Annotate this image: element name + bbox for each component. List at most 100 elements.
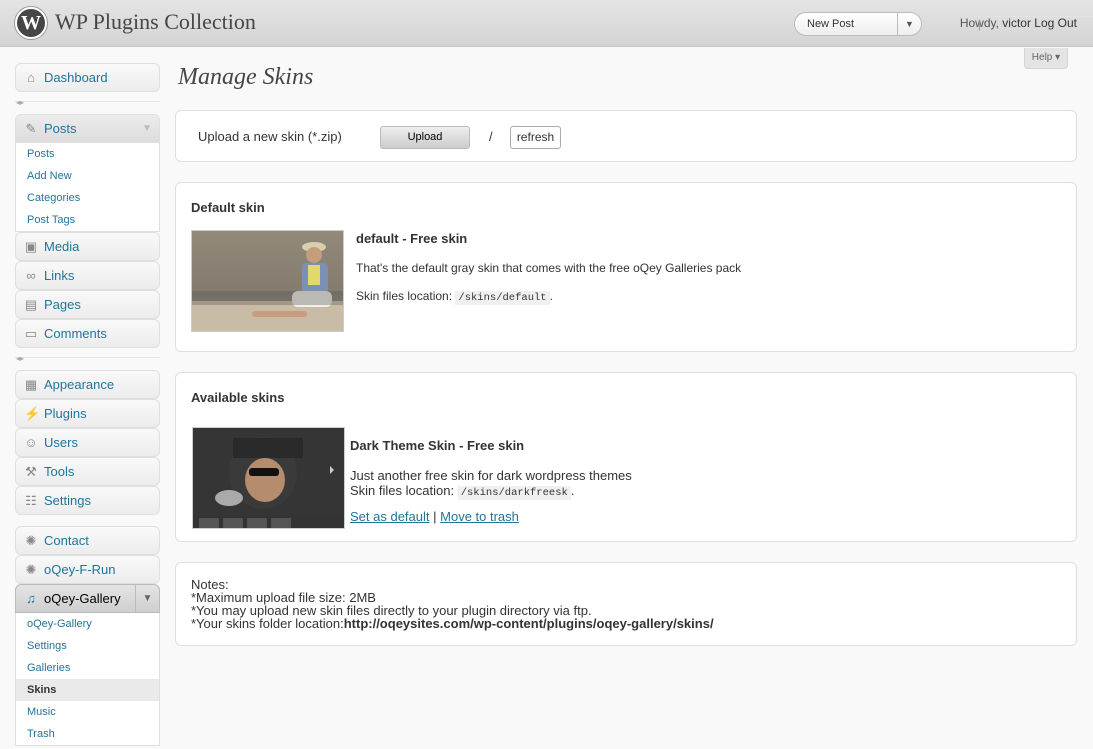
site-title[interactable]: WP Plugins Collection: [55, 9, 256, 35]
gear-icon: ✺: [25, 562, 37, 577]
submenu-item-categories[interactable]: Categories: [16, 187, 159, 209]
default-skin-panel: Default skin default - Free skin That's …: [175, 182, 1077, 352]
menu-settings[interactable]: ☷ Settings: [15, 486, 160, 515]
menu-label: Users: [44, 435, 78, 450]
menu-dashboard[interactable]: ⌂ Dashboard: [15, 63, 160, 92]
admin-header: W WP Plugins Collection New Post ▼ Howdy…: [0, 0, 1093, 47]
comment-icon: ▭: [24, 326, 38, 341]
upload-button[interactable]: Upload: [380, 126, 470, 149]
default-skin-preview-image: [192, 231, 343, 331]
wordpress-logo-icon[interactable]: W: [15, 7, 47, 39]
notes-panel: Notes: *Maximum upload file size: 2MB *Y…: [175, 562, 1077, 646]
settings-icon: ☷: [25, 493, 37, 508]
gallery-submenu: oQey-Gallery Settings Galleries Skins Mu…: [15, 613, 160, 746]
menu-plugins[interactable]: ⚡ Plugins: [15, 399, 160, 428]
divider: |: [433, 509, 437, 524]
menu-contact[interactable]: ✺ Contact: [15, 526, 160, 555]
notes-line: *Your skins folder location:http://oqeys…: [191, 617, 714, 630]
menu-label: Dashboard: [44, 70, 108, 85]
appearance-icon: ▦: [24, 377, 38, 392]
default-skin-thumbnail: [191, 230, 344, 332]
skin-description: Just another free skin for dark wordpres…: [350, 468, 632, 483]
location-label: Skin files location:: [356, 289, 453, 303]
pin-icon: ✎: [25, 121, 37, 136]
users-icon: ☺: [24, 435, 38, 450]
submenu-item-music[interactable]: Music: [16, 701, 159, 723]
menu-label: Links: [44, 268, 75, 283]
location-label: Skin files location:: [350, 483, 455, 498]
submenu-item-galleries[interactable]: Galleries: [16, 657, 159, 679]
chevron-down-icon[interactable]: ▼: [135, 115, 159, 142]
chevron-down-icon[interactable]: ▼: [135, 585, 159, 612]
upload-label: Upload a new skin (*.zip): [198, 129, 342, 144]
help-tab[interactable]: Help ▾: [1024, 48, 1068, 69]
gallery-icon: ♫: [26, 591, 36, 606]
skin-actions: Set as default | Move to trash: [350, 509, 519, 524]
tools-icon: ⚒: [25, 464, 37, 479]
divider: |: [977, 16, 1093, 31]
submenu-item-posts[interactable]: Posts: [16, 143, 159, 165]
submenu-item-skins[interactable]: Skins: [16, 679, 159, 701]
skin-description: That's the default gray skin that comes …: [356, 261, 742, 275]
submenu-item-settings[interactable]: Settings: [16, 635, 159, 657]
plug-icon: ⚡: [24, 406, 41, 421]
menu-label: oQey-F-Run: [44, 562, 116, 577]
move-to-trash-link[interactable]: Move to trash: [440, 509, 519, 524]
user-info: Howdy, victor | Log Out: [960, 16, 1093, 31]
chevron-down-icon[interactable]: ▼: [897, 13, 921, 35]
menu-label: Comments: [44, 326, 107, 341]
skin-name: Dark Theme Skin - Free skin: [350, 438, 525, 453]
menu-label: Posts: [44, 121, 77, 136]
divider: /: [489, 129, 493, 144]
menu-separator: ◂▸: [15, 98, 160, 107]
submenu-item-add-new[interactable]: Add New: [16, 165, 159, 187]
skin-location: Skin files location: /skins/default.: [356, 289, 553, 305]
menu-label: oQey-Gallery: [44, 591, 121, 606]
section-heading: Available skins: [191, 390, 285, 405]
skin-location: Skin files location: /skins/darkfreesk.: [350, 483, 575, 500]
new-post-action[interactable]: New Post: [807, 18, 854, 30]
menu-label: Plugins: [44, 406, 87, 421]
period: .: [570, 483, 575, 498]
menu-label: Tools: [44, 464, 75, 479]
menu-label: Settings: [44, 493, 91, 508]
menu-label: Contact: [44, 533, 89, 548]
menu-posts[interactable]: ✎ Posts ▼: [15, 114, 160, 143]
location-path: /skins/darkfreesk: [457, 486, 571, 500]
pages-icon: ▤: [24, 297, 38, 312]
menu-label: Pages: [44, 297, 81, 312]
home-icon: ⌂: [27, 70, 35, 85]
media-icon: ▣: [24, 239, 38, 254]
notes-text: Notes: *Maximum upload file size: 2MB *Y…: [191, 578, 714, 630]
submenu-item-trash[interactable]: Trash: [16, 723, 159, 745]
menu-media[interactable]: ▣ Media: [15, 232, 160, 261]
menu-pages[interactable]: ▤ Pages: [15, 290, 160, 319]
section-heading: Default skin: [191, 200, 265, 215]
submenu-item-oqey-gallery[interactable]: oQey-Gallery: [16, 613, 159, 635]
refresh-button[interactable]: refresh: [510, 126, 561, 149]
page-title: Manage Skins: [178, 64, 314, 90]
dark-skin-preview-image: [193, 428, 344, 528]
period: .: [549, 289, 553, 303]
menu-oqey-gallery[interactable]: ♫ oQey-Gallery ▼: [15, 584, 160, 613]
skins-folder-url: http://oqeysites.com/wp-content/plugins/…: [343, 616, 714, 631]
posts-submenu: Posts Add New Categories Post Tags: [15, 143, 160, 232]
menu-users[interactable]: ☺ Users: [15, 428, 160, 457]
menu-appearance[interactable]: ▦ Appearance: [15, 370, 160, 399]
submenu-item-post-tags[interactable]: Post Tags: [16, 209, 159, 231]
upload-panel: Upload a new skin (*.zip) Upload / refre…: [175, 110, 1077, 162]
help-label: Help: [1031, 52, 1053, 63]
set-as-default-link[interactable]: Set as default: [350, 509, 430, 524]
available-skins-panel: Available skins Dark Theme Skin - Free s…: [175, 372, 1077, 542]
menu-separator: ◂▸: [15, 354, 160, 363]
favorite-actions-dropdown[interactable]: New Post ▼: [794, 12, 922, 36]
menu-comments[interactable]: ▭ Comments: [15, 319, 160, 348]
menu-label: Media: [44, 239, 80, 254]
location-path: /skins/default: [455, 291, 550, 305]
link-icon: ∞: [26, 268, 36, 283]
menu-tools[interactable]: ⚒ Tools: [15, 457, 160, 486]
notes-label: *Your skins folder location:: [191, 616, 344, 631]
menu-oqey-frun[interactable]: ✺ oQey-F-Run: [15, 555, 160, 584]
menu-links[interactable]: ∞ Links: [15, 261, 160, 290]
dark-skin-thumbnail: [192, 427, 345, 529]
